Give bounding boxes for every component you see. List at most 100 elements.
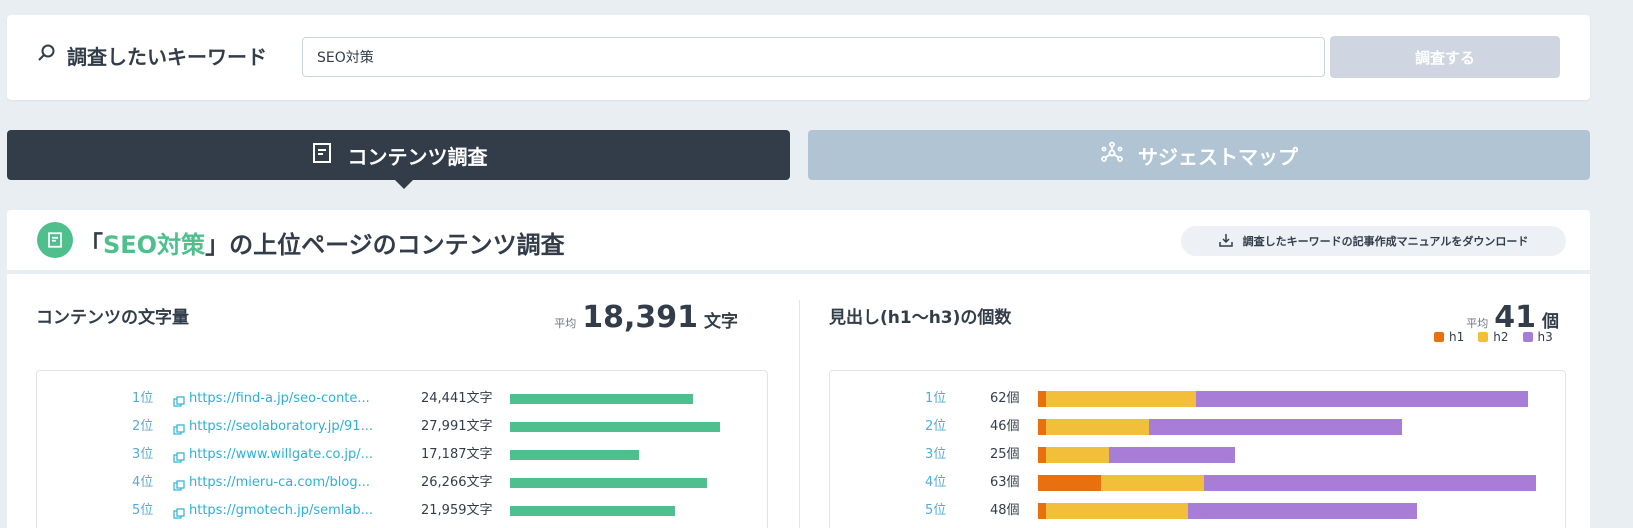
word-count-title: コンテンツの文字量	[36, 308, 189, 328]
bar-segment-h1	[1038, 419, 1046, 435]
external-link-icon	[173, 449, 185, 463]
word-count-bar	[510, 394, 693, 404]
bar-segment-h3	[1196, 391, 1528, 407]
rank-label: 4位	[925, 475, 947, 490]
table-row: 2位 46個	[830, 417, 1565, 437]
chart-legend: h1 h2 h3	[1434, 330, 1553, 344]
rank-label: 2位	[132, 419, 154, 434]
table-row: 3位 https://www.willgate.co.jp/... 17,187文字	[37, 445, 767, 465]
word-count-value: 26,266文字	[421, 475, 493, 490]
search-icon	[37, 43, 57, 68]
word-count-bar	[510, 506, 675, 516]
tab-label: コンテンツ調査	[347, 144, 488, 169]
rank-label: 1位	[925, 391, 947, 406]
table-row: 5位 48個	[830, 501, 1565, 521]
result-url-link[interactable]: https://mieru-ca.com/blog...	[189, 473, 381, 493]
legend-swatch	[1522, 332, 1533, 342]
table-row: 5位 https://gmotech.jp/semlab... 21,959文字	[37, 501, 767, 521]
heading-count-value: 63個	[990, 475, 1020, 490]
tab-label: サジェストマップ	[1138, 144, 1298, 169]
search-input[interactable]	[302, 37, 1325, 77]
title-keyword: SEO対策	[103, 231, 206, 259]
search-label-text: 調査したいキーワード	[67, 45, 267, 69]
content-research-panel: 「SEO対策」の上位ページのコンテンツ調査 調査したキーワードの記事作成マニュア…	[7, 210, 1590, 528]
rank-label: 1位	[132, 391, 154, 406]
table-row: 1位 https://find-a.jp/seo-conte... 24,441文字	[37, 389, 767, 409]
heading-count-value: 62個	[990, 391, 1020, 406]
network-icon	[1100, 141, 1124, 170]
word-count-bar	[510, 450, 639, 460]
rank-label: 4位	[132, 475, 154, 490]
bar-segment-h1	[1038, 447, 1046, 463]
divider	[7, 270, 1590, 274]
legend-label: h1	[1449, 330, 1465, 344]
legend-item-h3: h3	[1522, 330, 1553, 344]
bar-segment-h1	[1038, 503, 1046, 519]
table-row: 3位 25個	[830, 445, 1565, 465]
legend-swatch	[1478, 332, 1489, 342]
bar-segment-h3	[1149, 419, 1402, 435]
heading-count-value: 25個	[990, 447, 1020, 462]
avg-unit: 個	[1542, 312, 1559, 332]
table-row: 2位 https://seolaboratory.jp/91... 27,991文字	[37, 417, 767, 437]
download-manual-button[interactable]: 調査したキーワードの記事作成マニュアルをダウンロード	[1181, 226, 1566, 256]
search-label: 調査したいキーワード	[37, 41, 267, 70]
word-count-value: 17,187文字	[421, 447, 493, 462]
bar-segment-h2	[1046, 419, 1149, 435]
result-url-link[interactable]: https://gmotech.jp/semlab...	[189, 501, 381, 521]
investigate-button[interactable]: 調査する	[1330, 36, 1560, 78]
tab-content-research[interactable]: コンテンツ調査	[7, 130, 790, 189]
word-count-chart: 1位 https://find-a.jp/seo-conte... 24,441文字…	[36, 370, 768, 528]
stacked-bar	[1038, 503, 1417, 519]
legend-swatch	[1434, 332, 1444, 342]
legend-item-h2: h2	[1478, 330, 1509, 344]
result-url-link[interactable]: https://www.willgate.co.jp/...	[189, 445, 381, 465]
bar-segment-h2	[1046, 447, 1109, 463]
result-url-link[interactable]: https://find-a.jp/seo-conte...	[189, 389, 381, 409]
download-label: 調査したキーワードの記事作成マニュアルをダウンロード	[1242, 235, 1529, 248]
word-count-value: 27,991文字	[421, 419, 493, 434]
download-icon	[1218, 233, 1233, 250]
bar-segment-h2	[1046, 391, 1196, 407]
title-open: 「	[79, 231, 103, 259]
external-link-icon	[173, 477, 185, 491]
bar-segment-h1	[1038, 475, 1101, 491]
legend-label: h3	[1537, 330, 1553, 344]
table-row: 4位 63個	[830, 473, 1565, 493]
word-count-value: 21,959文字	[421, 503, 493, 518]
stacked-bar	[1038, 391, 1528, 407]
avg-value: 18,391	[582, 300, 698, 335]
result-url-link[interactable]: https://seolaboratory.jp/91...	[189, 417, 381, 437]
document-icon	[37, 222, 73, 258]
stacked-bar	[1038, 475, 1536, 491]
rank-label: 5位	[132, 503, 154, 518]
bar-segment-h3	[1188, 503, 1417, 519]
rank-label: 3位	[925, 447, 947, 462]
word-count-average: 平均 18,391 文字	[554, 300, 738, 335]
external-link-icon	[173, 393, 185, 407]
rank-label: 3位	[132, 447, 154, 462]
word-count-bar	[510, 478, 707, 488]
title-rest: 」の上位ページのコンテンツ調査	[205, 231, 565, 259]
word-count-bar	[510, 422, 720, 432]
bar-segment-h1	[1038, 391, 1046, 407]
bar-segment-h2	[1101, 475, 1204, 491]
word-count-value: 24,441文字	[421, 391, 493, 406]
rank-label: 2位	[925, 419, 947, 434]
headings-title: 見出し(h1〜h3)の個数	[829, 308, 1012, 328]
stacked-bar	[1038, 419, 1402, 435]
search-card: 調査したいキーワード 調査する	[7, 15, 1590, 100]
column-divider	[799, 300, 800, 528]
legend-label: h2	[1493, 330, 1509, 344]
stacked-bar	[1038, 447, 1235, 463]
avg-unit: 文字	[704, 312, 738, 332]
table-row: 4位 https://mieru-ca.com/blog... 26,266文字	[37, 473, 767, 493]
table-row: 1位 62個	[830, 389, 1565, 409]
heading-count-value: 48個	[990, 503, 1020, 518]
bar-segment-h3	[1109, 447, 1235, 463]
heading-count-value: 46個	[990, 419, 1020, 434]
bar-segment-h3	[1204, 475, 1536, 491]
tab-suggest-map[interactable]: サジェストマップ	[808, 130, 1590, 180]
legend-item-h1: h1	[1434, 330, 1464, 344]
avg-label: 平均	[1466, 317, 1489, 330]
